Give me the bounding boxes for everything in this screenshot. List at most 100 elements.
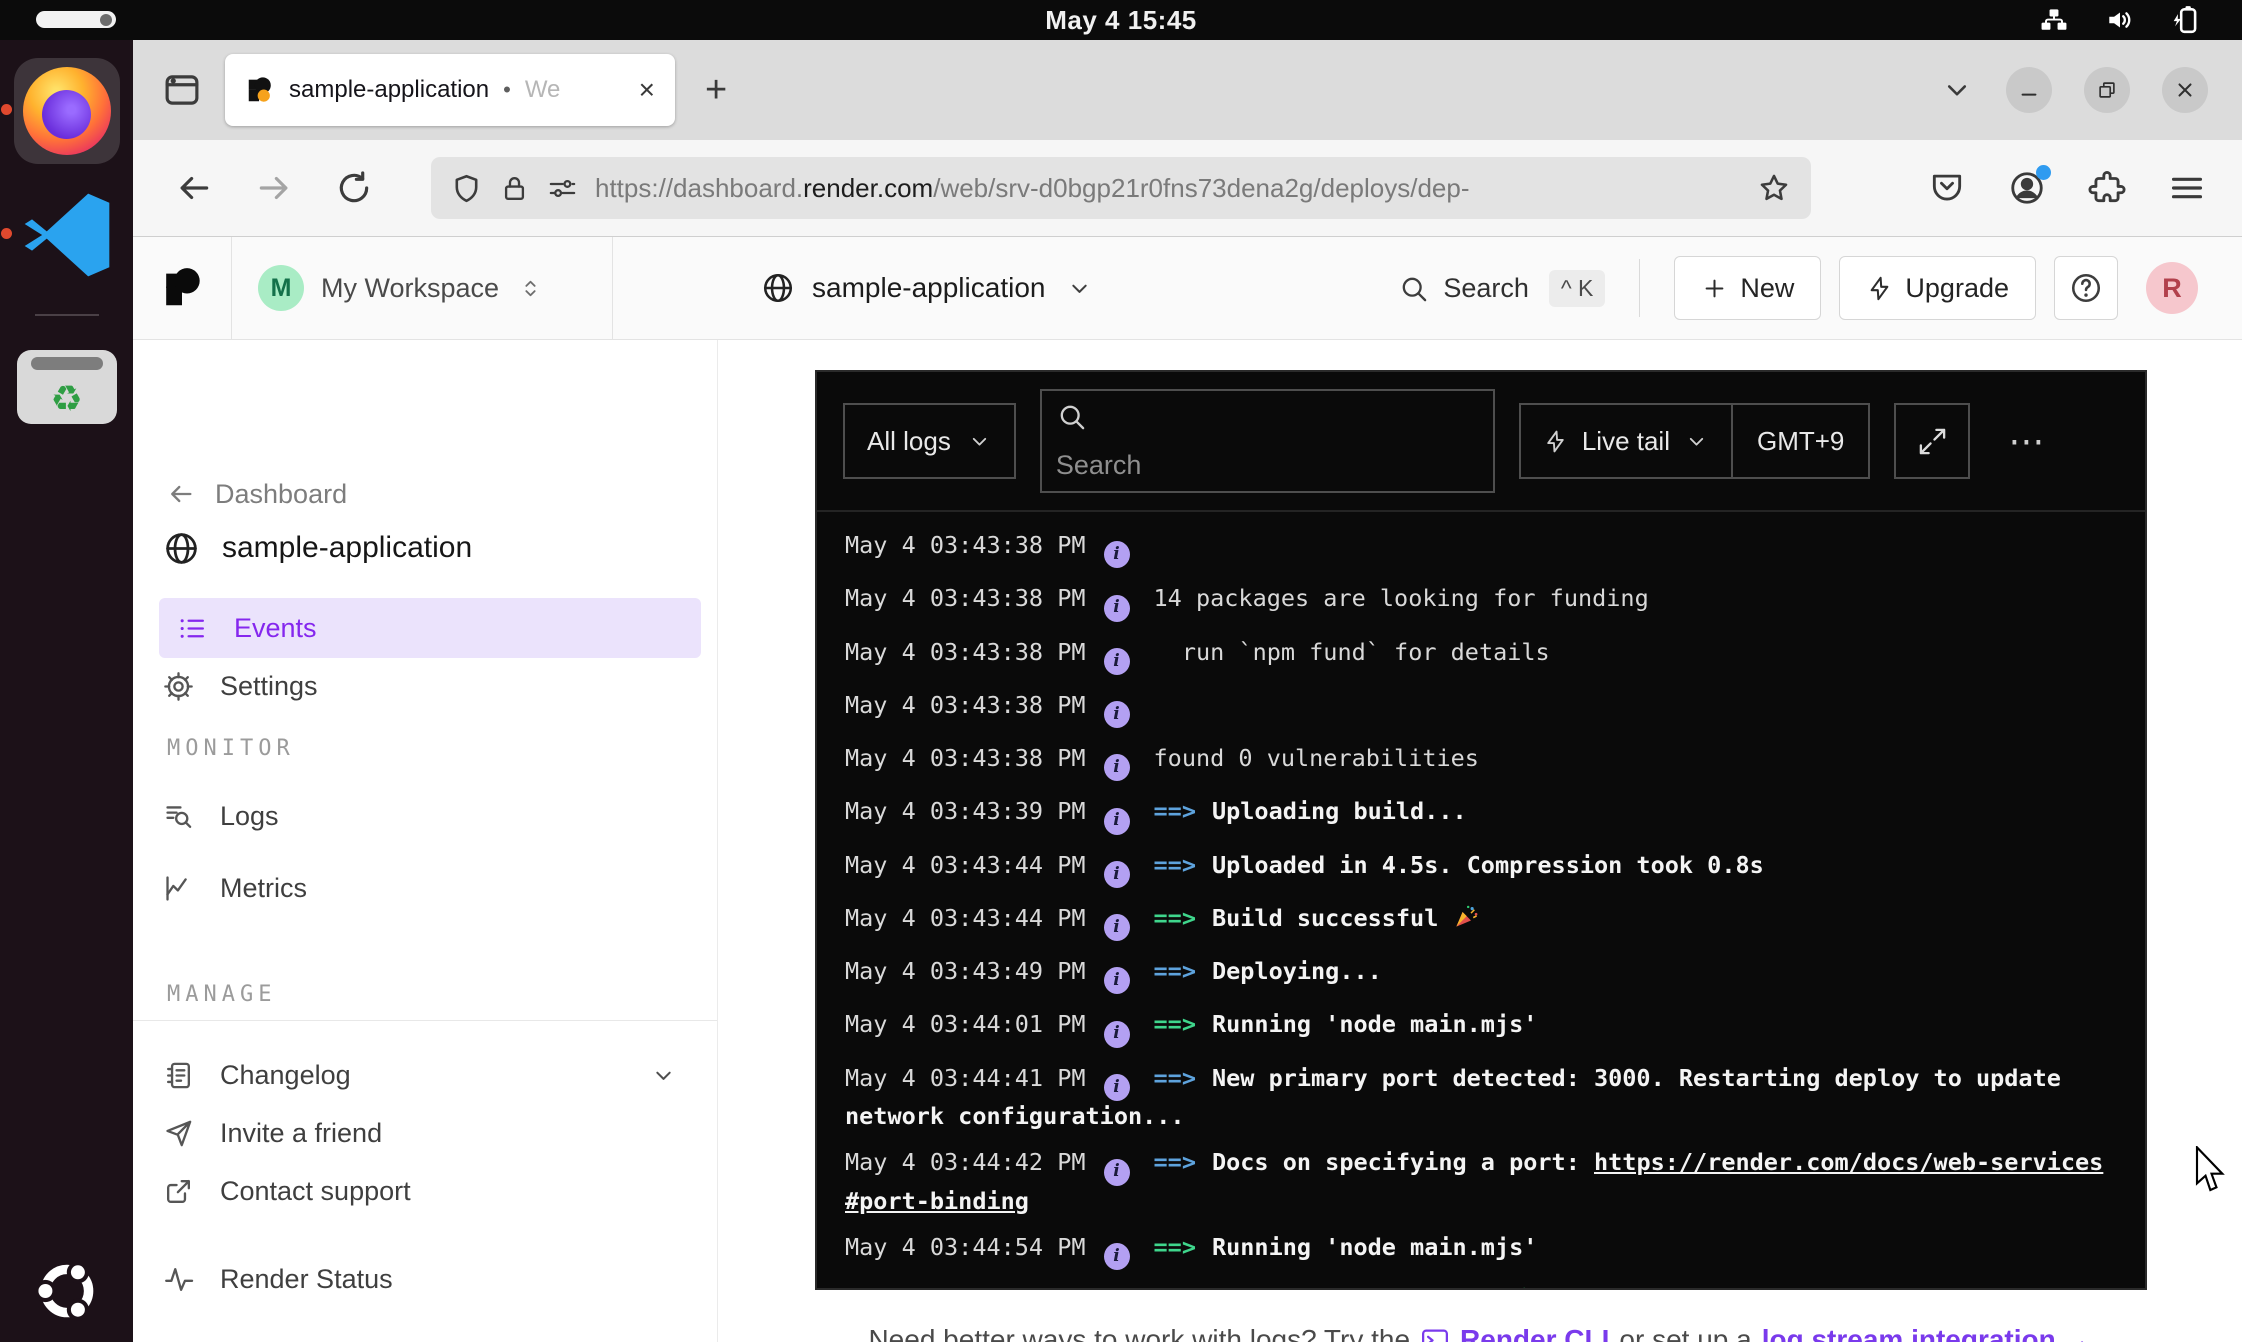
sidebar-item-label: Contact support bbox=[220, 1176, 411, 1207]
sidebar-item-label: Metrics bbox=[220, 873, 307, 904]
info-icon: i bbox=[1104, 595, 1130, 622]
search-shortcut-badge: ^ K bbox=[1549, 270, 1606, 307]
permissions-icon[interactable] bbox=[547, 173, 578, 204]
info-icon: i bbox=[1104, 754, 1130, 781]
live-tail-dropdown[interactable]: Live tail bbox=[1521, 426, 1731, 457]
chevron-down-icon bbox=[967, 429, 992, 454]
tab-close-button[interactable]: × bbox=[639, 76, 655, 104]
tab-sample-application[interactable]: sample-application • We × bbox=[225, 54, 675, 126]
log-timestamp: May 4 03:44:41 PM bbox=[845, 1064, 1086, 1092]
sidebar-item-invite-a-friend[interactable]: Invite a friend bbox=[133, 1105, 717, 1161]
log-message: run `npm fund` for details bbox=[1154, 638, 1550, 666]
header-divider bbox=[1639, 259, 1640, 317]
search-icon bbox=[1056, 401, 1087, 432]
dock-firefox-button[interactable] bbox=[14, 58, 120, 164]
log-row: May 4 03:44:01 PMi==>Running 'node main.… bbox=[845, 1009, 2117, 1047]
new-tab-button[interactable]: + bbox=[705, 69, 727, 112]
restore-button[interactable] bbox=[2084, 67, 2130, 113]
log-message: Your service is live bbox=[1212, 1286, 1509, 1288]
reload-icon[interactable] bbox=[335, 169, 373, 207]
mouse-cursor bbox=[2192, 1146, 2226, 1194]
battery-charging-icon[interactable] bbox=[2170, 5, 2202, 35]
chevron-down-icon bbox=[1066, 275, 1093, 302]
log-row: May 4 03:44:41 PMi==>New primary port de… bbox=[845, 1063, 2117, 1133]
log-arrow: ==> bbox=[1154, 797, 1196, 825]
volume-icon[interactable] bbox=[2104, 5, 2136, 35]
help-button[interactable] bbox=[2054, 256, 2118, 320]
url-bar[interactable]: https://dashboard.render.com/web/srv-d0b… bbox=[431, 157, 1811, 219]
close-button[interactable] bbox=[2162, 67, 2208, 113]
render-favicon bbox=[245, 75, 275, 105]
menu-hamburger-icon[interactable] bbox=[2168, 169, 2206, 207]
pocket-icon[interactable] bbox=[1928, 169, 1966, 207]
globe-icon bbox=[761, 271, 795, 305]
log-row: May 4 03:43:38 PMifound 0 vulnerabilitie… bbox=[845, 743, 2117, 781]
tab-title: sample-application bbox=[289, 76, 489, 104]
sidebar-back-dashboard[interactable]: Dashboard bbox=[133, 472, 717, 516]
log-message: found 0 vulnerabilities bbox=[1154, 744, 1479, 772]
sidebar-item-settings[interactable]: Settings bbox=[133, 658, 717, 714]
log-arrow: ==> bbox=[1154, 1148, 1196, 1176]
tracking-protection-shield-icon[interactable] bbox=[451, 173, 482, 204]
dock-trash-button[interactable]: ♻ bbox=[14, 334, 120, 440]
plus-icon bbox=[1701, 275, 1728, 302]
sidebar-item-label: Changelog bbox=[220, 1060, 351, 1091]
system-top-bar: May 4 15:45 bbox=[0, 0, 2242, 40]
log-stream-integration-link[interactable]: log stream integration → bbox=[1762, 1324, 2092, 1342]
list-all-tabs-chevron-icon[interactable] bbox=[1940, 73, 1974, 107]
render-logo-icon bbox=[159, 265, 205, 311]
workspace-name: My Workspace bbox=[321, 273, 499, 304]
render-cli-link[interactable]: Render CLI bbox=[1460, 1324, 1609, 1342]
account-icon[interactable] bbox=[2008, 169, 2046, 207]
log-message: Running 'node main.mjs' bbox=[1212, 1010, 1537, 1038]
ubuntu-logo-icon[interactable] bbox=[30, 1254, 104, 1328]
sidebar-item-metrics[interactable]: Metrics bbox=[133, 860, 717, 916]
activity-icon bbox=[163, 1264, 194, 1295]
render-logo-button[interactable] bbox=[133, 237, 232, 339]
log-arrow: ==> bbox=[1154, 851, 1196, 879]
minimize-button[interactable] bbox=[2006, 67, 2052, 113]
sidebar-item-render-status[interactable]: Render Status bbox=[133, 1251, 717, 1307]
log-message: 14 packages are looking for funding bbox=[1154, 584, 1649, 612]
log-arrow: ==> bbox=[1154, 1286, 1196, 1288]
log-message: Uploading build... bbox=[1212, 797, 1467, 825]
url-text[interactable]: https://dashboard.render.com/web/srv-d0b… bbox=[595, 173, 1740, 204]
back-icon[interactable] bbox=[175, 169, 213, 207]
log-filter-dropdown[interactable]: All logs bbox=[843, 403, 1016, 479]
account-avatar[interactable]: R bbox=[2146, 262, 2198, 314]
log-output[interactable]: May 4 03:43:38 PMiMay 4 03:43:38 PMi14 p… bbox=[817, 512, 2145, 1288]
log-arrow: ==> bbox=[1154, 1010, 1196, 1038]
log-message: Uploaded in 4.5s. Compression took 0.8s bbox=[1212, 851, 1764, 879]
sidebar-item-changelog[interactable]: Changelog bbox=[133, 1047, 717, 1103]
firefox-view-icon[interactable] bbox=[161, 69, 203, 111]
log-search-placeholder: Search bbox=[1056, 450, 1142, 481]
workspace-selector[interactable]: M My Workspace bbox=[232, 237, 613, 339]
sidebar-item-logs[interactable]: Logs bbox=[133, 788, 717, 844]
network-icon[interactable] bbox=[2038, 5, 2070, 35]
log-search-icon bbox=[163, 801, 194, 832]
timezone-button[interactable]: GMT+9 bbox=[1733, 426, 1868, 457]
info-icon: i bbox=[1104, 967, 1130, 994]
upgrade-button[interactable]: Upgrade bbox=[1839, 256, 2036, 320]
chevron-down-icon bbox=[1684, 429, 1709, 454]
info-icon: i bbox=[1104, 648, 1130, 675]
navigation-toolbar: https://dashboard.render.com/web/srv-d0b… bbox=[133, 140, 2242, 237]
bookmark-star-icon[interactable] bbox=[1757, 171, 1791, 205]
service-selector[interactable]: sample-application bbox=[761, 271, 1093, 305]
new-button[interactable]: New bbox=[1674, 256, 1821, 320]
forward-icon[interactable] bbox=[255, 169, 293, 207]
lock-icon[interactable] bbox=[499, 173, 530, 204]
question-circle-icon bbox=[2069, 271, 2103, 305]
terminal-icon bbox=[1420, 1325, 1450, 1342]
dock: ♻ bbox=[0, 40, 133, 1342]
system-clock[interactable]: May 4 15:45 bbox=[0, 5, 2242, 36]
global-search-button[interactable]: Search ^ K bbox=[1398, 270, 1605, 307]
log-search-input[interactable]: Search bbox=[1040, 389, 1495, 493]
sidebar-item-contact-support[interactable]: Contact support bbox=[133, 1163, 717, 1219]
expand-logs-button[interactable] bbox=[1894, 403, 1970, 479]
log-message: Deploying... bbox=[1212, 957, 1382, 985]
dock-vscode-button[interactable] bbox=[14, 182, 120, 288]
expand-icon bbox=[1917, 426, 1948, 457]
sidebar-item-events[interactable]: Events bbox=[159, 598, 701, 658]
extensions-puzzle-icon[interactable] bbox=[2088, 169, 2126, 207]
